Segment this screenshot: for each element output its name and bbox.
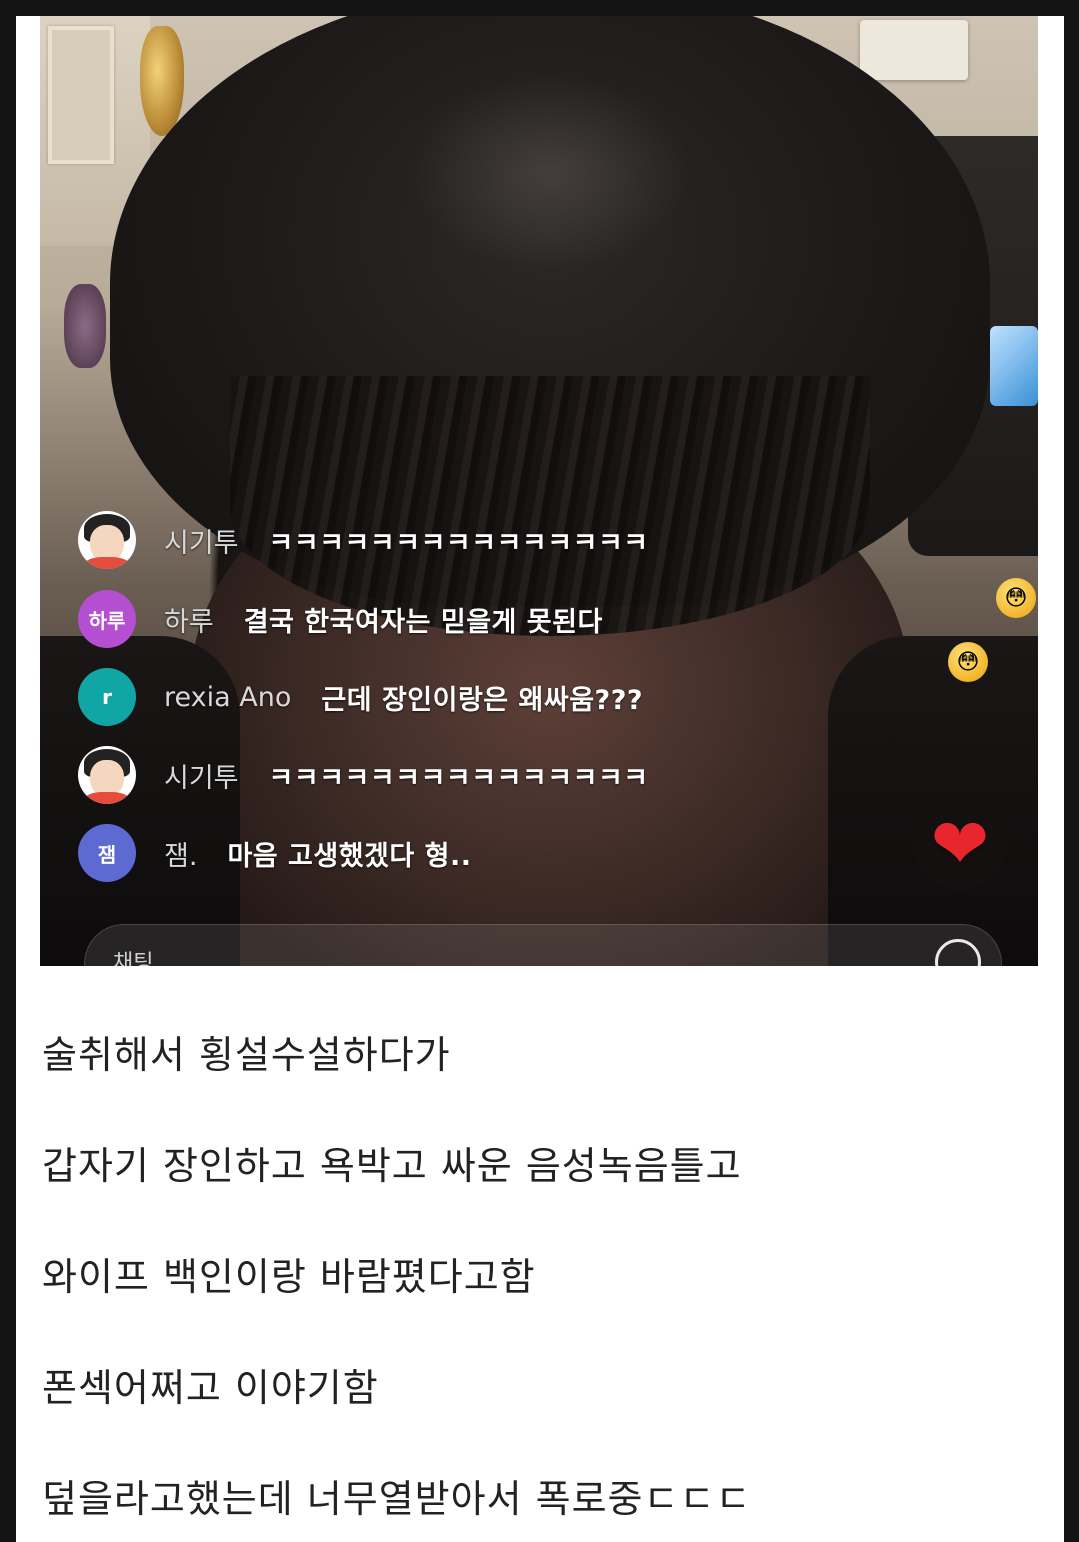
wall-outlet xyxy=(860,20,968,80)
chat-nickname[interactable]: 하루 xyxy=(164,600,214,639)
flushed-emoji-reaction: 😳 xyxy=(948,642,988,682)
heart-icon: ❤ xyxy=(930,803,990,885)
chat-text: ㅋㅋㅋㅋㅋㅋㅋㅋㅋㅋㅋㅋㅋㅋㅋ xyxy=(268,762,649,794)
caption-line: 폰섹어쩌고 이야기함 xyxy=(42,1366,379,1410)
chat-input[interactable]: 채팅 xyxy=(84,924,1002,966)
user-avatar[interactable] xyxy=(78,511,136,569)
chat-message: 잼 잼. 마음 고생했겠다 형.. xyxy=(78,823,838,883)
chat-text: ㅋㅋㅋㅋㅋㅋㅋㅋㅋㅋㅋㅋㅋㅋㅋ xyxy=(268,527,649,559)
chat-input-placeholder: 채팅 xyxy=(113,951,154,966)
chat-nickname[interactable]: 잼. xyxy=(164,834,197,873)
chat-nickname[interactable]: 시기투 xyxy=(164,756,239,795)
chat-text: 마음 고생했겠다 형.. xyxy=(227,840,472,872)
post-card: 시기투 ㅋㅋㅋㅋㅋㅋㅋㅋㅋㅋㅋㅋㅋㅋㅋ 하루 하루 결국 한국여자는 믿을게 못… xyxy=(16,16,1064,1542)
emoji-picker-icon[interactable] xyxy=(935,939,981,966)
chat-message: r rexia Ano 근데 장인이랑은 왜싸움??? xyxy=(78,667,838,727)
caption-line: 와이프 백인이랑 바람폈다고함 xyxy=(42,1255,536,1299)
chat-text: 근데 장인이랑은 왜싸움??? xyxy=(321,684,644,716)
wall-lamp xyxy=(140,26,184,136)
chat-message: 하루 하루 결국 한국여자는 믿을게 못된다 xyxy=(78,589,838,649)
user-avatar[interactable]: 잼 xyxy=(78,824,136,882)
user-avatar[interactable] xyxy=(78,746,136,804)
chat-nickname[interactable]: 시기투 xyxy=(164,521,239,560)
chat-message: 시기투 ㅋㅋㅋㅋㅋㅋㅋㅋㅋㅋㅋㅋㅋㅋㅋ xyxy=(78,745,838,805)
like-button[interactable]: ❤ xyxy=(912,794,1008,890)
caption-line: 덮을라고했는데 너무열받아서 폭로중ㄷㄷㄷ xyxy=(42,1477,752,1521)
user-avatar[interactable]: 하루 xyxy=(78,590,136,648)
chat-nickname[interactable]: rexia Ano xyxy=(164,682,291,713)
chat-text: 결국 한국여자는 믿을게 못된다 xyxy=(243,606,603,638)
background-object xyxy=(990,326,1038,406)
user-avatar[interactable]: r xyxy=(78,668,136,726)
background-object xyxy=(64,284,106,368)
live-stream-video[interactable]: 시기투 ㅋㅋㅋㅋㅋㅋㅋㅋㅋㅋㅋㅋㅋㅋㅋ 하루 하루 결국 한국여자는 믿을게 못… xyxy=(40,16,1038,966)
caption-line: 술취해서 횡설수설하다가 xyxy=(42,1033,451,1077)
wall-frame xyxy=(48,26,114,164)
chat-message: 시기투 ㅋㅋㅋㅋㅋㅋㅋㅋㅋㅋㅋㅋㅋㅋㅋ xyxy=(78,510,838,570)
caption-line: 갑자기 장인하고 욕박고 싸운 음성녹음틀고 xyxy=(42,1144,742,1188)
flushed-emoji-reaction: 😳 xyxy=(996,578,1036,618)
